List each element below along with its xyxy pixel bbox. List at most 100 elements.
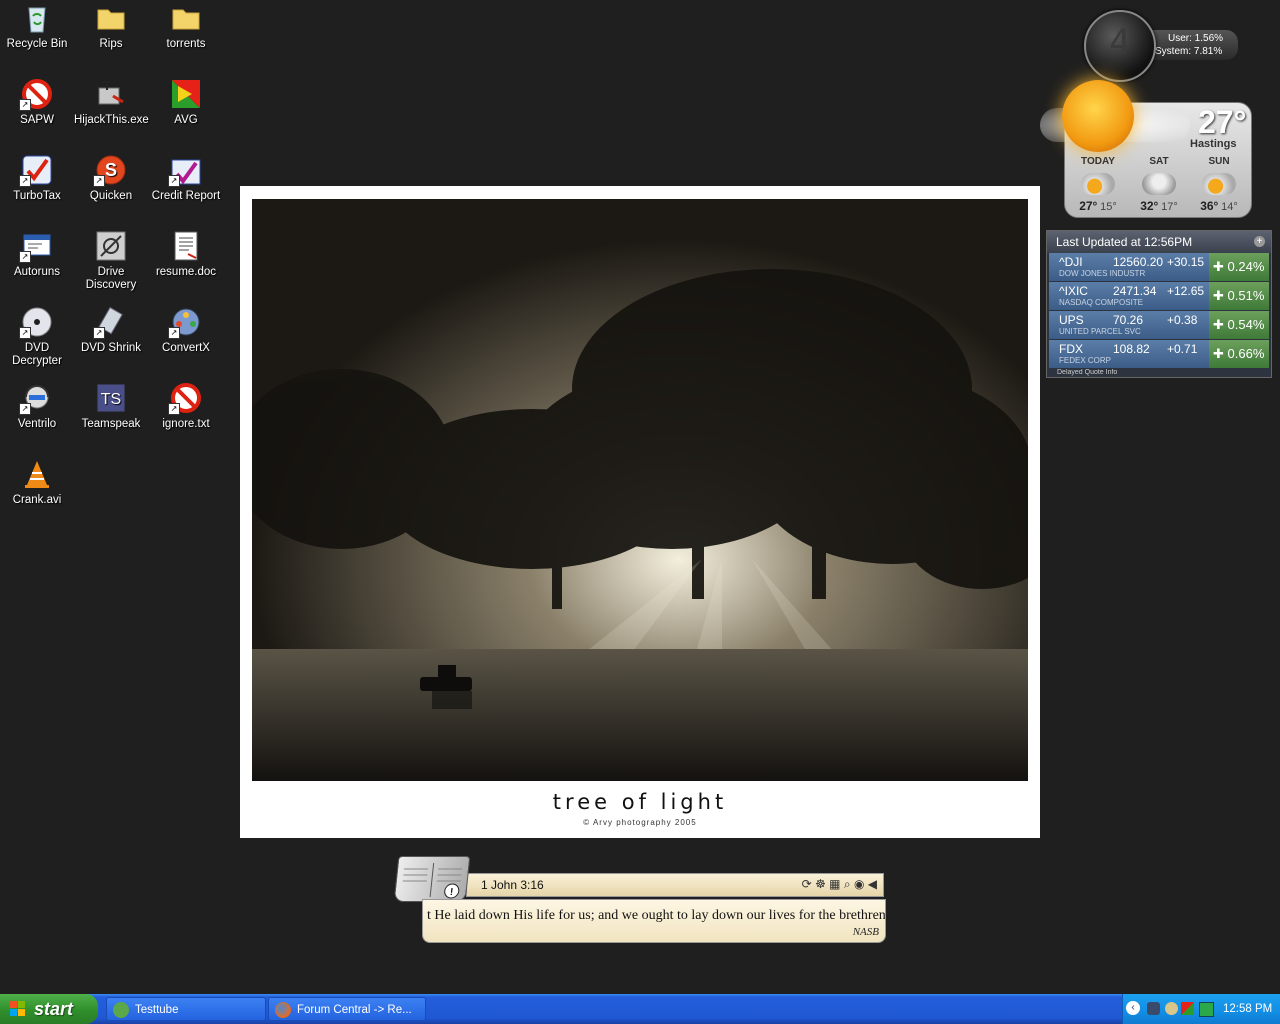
stock-row[interactable]: ^DJI 12560.20 +30.15 DOW JONES INDUSTR ✚… xyxy=(1049,253,1269,282)
stock-percent: ✚ 0.66% xyxy=(1209,340,1269,368)
partly-sunny-icon xyxy=(1081,173,1115,195)
stock-name: NASDAQ COMPOSITE xyxy=(1059,298,1144,307)
desktop-icon-label: Crank.avi xyxy=(12,494,62,506)
forecast-low: 14° xyxy=(1221,201,1238,213)
sun-icon xyxy=(1062,80,1134,152)
forecast-high: 27° xyxy=(1079,199,1098,213)
desktop-icon-avg[interactable]: AVG xyxy=(149,78,223,127)
desktop-icon-label: AVG xyxy=(174,114,198,126)
desktop-icon-drive-discovery[interactable]: Drive Discovery xyxy=(74,230,148,292)
desktop-icon-turbotax[interactable]: ↗ TurboTax xyxy=(0,154,74,203)
taskbar-clock[interactable]: 12:58 PM xyxy=(1223,994,1272,1024)
collapse-arrow-icon[interactable]: ◀ xyxy=(868,877,877,891)
up-plus-icon: ✚ xyxy=(1213,259,1228,274)
stocks-footer[interactable]: Delayed Quote Info xyxy=(1047,369,1271,376)
film-reel-icon: ↗ xyxy=(168,306,202,339)
open-bible-icon[interactable]: ! xyxy=(393,856,471,902)
desktop-icon-dvd-decrypter[interactable]: ↗ DVD Decrypter xyxy=(0,306,74,368)
stock-row[interactable]: UPS 70.26 +0.38 UNITED PARCEL SVC ✚ 0.54… xyxy=(1049,311,1269,340)
stock-row[interactable]: FDX 108.82 +0.71 FEDEX CORP ✚ 0.66% xyxy=(1049,340,1269,369)
up-plus-icon: ✚ xyxy=(1213,346,1228,361)
folder-icon xyxy=(95,2,127,34)
ventrilo-tray-icon[interactable] xyxy=(1165,1002,1178,1015)
desktop-icon-torrents[interactable]: torrents xyxy=(149,2,223,51)
stock-change: +12.65 xyxy=(1167,284,1205,298)
desktop-icon-resume[interactable]: resume.doc xyxy=(149,230,223,279)
desktop-icon-label: ConvertX xyxy=(162,342,210,354)
desktop-icon-crank[interactable]: Crank.avi xyxy=(0,458,74,507)
windows-flag-icon xyxy=(10,1001,25,1016)
taskbar-item-label: Forum Central -> Re... xyxy=(297,1004,412,1016)
drive-discovery-icon xyxy=(95,230,127,262)
forecast-day-name: SUN xyxy=(1208,156,1230,167)
stock-name: DOW JONES INDUSTR xyxy=(1059,269,1146,278)
add-stock-icon[interactable]: + xyxy=(1254,236,1265,247)
stock-change: +0.71 xyxy=(1167,342,1198,356)
desktop-icon-label: DVD Decrypter xyxy=(12,342,62,367)
svg-text:S: S xyxy=(105,160,117,180)
dvd-disc-icon: ↗ xyxy=(19,306,53,339)
shortcut-arrow-icon: ↗ xyxy=(168,327,180,339)
avg-tray-icon[interactable] xyxy=(1181,1002,1194,1015)
current-temperature: 27° xyxy=(1198,104,1247,140)
stocks-header: Last Updated at 12:56PM + xyxy=(1047,231,1271,253)
forecast-day-name: TODAY xyxy=(1081,156,1115,167)
firefox-icon xyxy=(275,1002,291,1018)
stock-price: 108.82 xyxy=(1113,342,1150,356)
steam-tray-icon[interactable] xyxy=(1147,1002,1160,1015)
desktop-icon-label: Quicken xyxy=(89,190,133,202)
taskbar-item-testtube[interactable]: Testtube xyxy=(106,997,266,1021)
stock-percent: ✚ 0.51% xyxy=(1209,282,1269,310)
desktop-icon-teamspeak[interactable]: TS Teamspeak xyxy=(74,382,148,431)
settings-icon[interactable]: ☸ xyxy=(815,877,826,891)
desktop-icon-quicken[interactable]: S ↗ Quicken xyxy=(74,154,148,203)
desktop-icon-ignore[interactable]: ↗ ignore.txt xyxy=(149,382,223,431)
quicken-logo-icon: S ↗ xyxy=(93,154,127,187)
desktop-icon-autoruns[interactable]: ↗ Autoruns xyxy=(0,230,74,279)
stock-symbol: ^IXIC xyxy=(1059,284,1088,298)
shortcut-arrow-icon: ↗ xyxy=(19,251,31,263)
desktop-icon-label: TurboTax xyxy=(13,190,61,202)
stock-symbol: ^DJI xyxy=(1059,255,1083,269)
wallpaper-photo-frame: tree of light © Arvy photography 2005 xyxy=(240,186,1040,838)
desktop-icon-ventrilo[interactable]: ↗ Ventrilo xyxy=(0,382,74,431)
cpu-user-text: User: 1.56% xyxy=(1168,33,1224,44)
folder-icon xyxy=(170,2,202,34)
shortcut-arrow-icon: ↗ xyxy=(19,327,31,339)
desktop-icon-credit-report[interactable]: ↗ Credit Report xyxy=(149,154,223,203)
network-tray-icon[interactable] xyxy=(1199,1002,1214,1017)
cpu-meter-gauge[interactable]: 4 xyxy=(1084,10,1156,82)
desktop-icon-sapw[interactable]: ↗ SAPW xyxy=(0,78,74,127)
desktop-icon-hijackthis[interactable]: HijackThis.exe xyxy=(74,78,149,127)
search-icon[interactable]: ⌕ xyxy=(844,877,851,891)
stock-name: FEDEX CORP xyxy=(1059,356,1112,365)
desktop-icon-convertx[interactable]: ↗ ConvertX xyxy=(149,306,223,355)
desktop-icon-label: ignore.txt xyxy=(162,418,210,430)
cpu-gauge-digit: 4 xyxy=(1109,22,1131,63)
stock-price: 70.26 xyxy=(1113,313,1144,327)
desktop-icon-recycle-bin[interactable]: Recycle Bin xyxy=(0,2,74,51)
bible-reference: 1 John 3:16 xyxy=(481,878,544,892)
hijackthis-icon xyxy=(95,78,127,110)
no-entry-icon: ↗ xyxy=(19,78,53,111)
desktop-icon-rips[interactable]: Rips xyxy=(74,2,148,51)
calendar-icon[interactable]: ▦ xyxy=(829,877,840,891)
desktop-icon-dvd-shrink[interactable]: ↗ DVD Shrink xyxy=(74,306,148,355)
show-hidden-icons-chevron-icon[interactable]: ‹ xyxy=(1126,1001,1140,1015)
bible-verse-text: t He laid down His life for us; and we o… xyxy=(427,908,886,923)
stock-row[interactable]: ^IXIC 2471.34 +12.65 NASDAQ COMPOSITE ✚ … xyxy=(1049,282,1269,311)
shortcut-arrow-icon: ↗ xyxy=(19,403,31,415)
taskbar-item-forum-central[interactable]: Forum Central -> Re... xyxy=(268,997,426,1021)
stock-change: +0.38 xyxy=(1167,313,1198,327)
refresh-icon[interactable]: ⟳ xyxy=(802,877,812,891)
stock-percent: ✚ 0.54% xyxy=(1209,311,1269,339)
globe-icon[interactable]: ◉ xyxy=(854,877,864,891)
bible-tools: ⟳ ☸ ▦ ⌕ ◉ ◀ xyxy=(802,877,877,892)
desktop-icon-label: Recycle Bin xyxy=(6,38,68,50)
svg-text:TS: TS xyxy=(101,391,121,408)
system-tray: ‹ 12:58 PM xyxy=(1122,994,1280,1024)
start-button[interactable]: start xyxy=(0,994,98,1024)
desktop-icon-label: HijackThis.exe xyxy=(74,114,149,126)
app-gear-icon xyxy=(113,1002,129,1018)
taskbar: start Testtube Forum Central -> Re... ‹ … xyxy=(0,994,1280,1024)
